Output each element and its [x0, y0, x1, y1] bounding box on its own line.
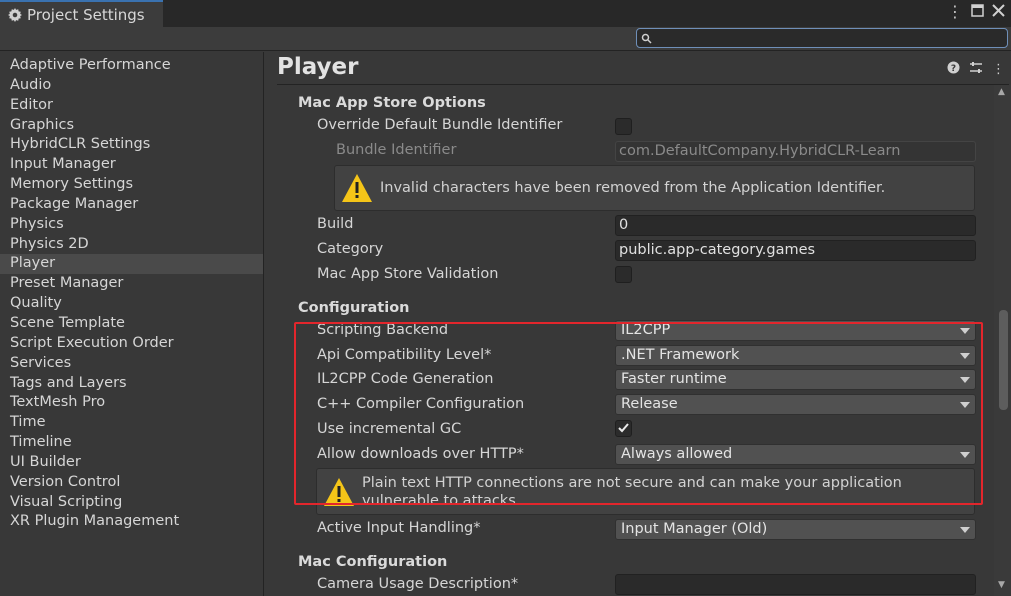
active-input-handling-dropdown[interactable]: Input Manager (Old) — [615, 519, 976, 540]
main-panel: Player ? ⋮ Mac App Store Options Overrid… — [265, 52, 1011, 596]
scroll-thumb[interactable] — [999, 310, 1008, 410]
bundle-warning-text: Invalid characters have been removed fro… — [380, 180, 886, 196]
build-field[interactable]: 0 — [615, 215, 976, 236]
build-label: Build — [317, 216, 354, 232]
sidebar-item-visual-scripting[interactable]: Visual Scripting — [0, 493, 263, 513]
section-mac-configuration: Mac Configuration — [298, 554, 448, 570]
sidebar-item-editor[interactable]: Editor — [0, 96, 263, 116]
sidebar-item-player[interactable]: Player — [0, 254, 263, 275]
sidebar-item-scene-template[interactable]: Scene Template — [0, 314, 263, 334]
sidebar-item-services[interactable]: Services — [0, 354, 263, 374]
scroll-down-icon[interactable]: ▼ — [998, 580, 1005, 590]
title-bar: Project Settings ⋮ — [0, 0, 1011, 28]
active-input-handling-value: Input Manager (Old) — [621, 521, 768, 537]
configuration-highlight-box — [294, 322, 983, 505]
sidebar-item-input-manager[interactable]: Input Manager — [0, 155, 263, 175]
panel-header: Player ? ⋮ — [265, 52, 1011, 84]
mac-app-store-validation-label: Mac App Store Validation — [317, 266, 499, 282]
sidebar-item-hybridclr-settings[interactable]: HybridCLR Settings — [0, 135, 263, 155]
sidebar-item-version-control[interactable]: Version Control — [0, 473, 263, 493]
help-icon[interactable]: ? — [947, 61, 960, 78]
sidebar-item-graphics[interactable]: Graphics — [0, 116, 263, 136]
camera-usage-field[interactable] — [615, 574, 976, 595]
svg-text:?: ? — [951, 64, 956, 74]
camera-usage-label: Camera Usage Description* — [317, 576, 519, 592]
sidebar-item-script-execution-order[interactable]: Script Execution Order — [0, 334, 263, 354]
section-configuration: Configuration — [298, 300, 410, 316]
toolbar — [0, 27, 1011, 51]
bundle-id-field: com.DefaultCompany.HybridCLR-Learn — [615, 141, 976, 162]
more-icon[interactable]: ⋮ — [992, 62, 1005, 77]
player-settings-content: Mac App Store Options Override Default B… — [265, 85, 995, 596]
sidebar-item-tags-and-layers[interactable]: Tags and Layers — [0, 374, 263, 394]
sidebar-item-audio[interactable]: Audio — [0, 76, 263, 96]
settings-sidebar: Adaptive Performance Audio Editor Graphics H… — [0, 52, 264, 596]
sidebar-item-textmesh-pro[interactable]: TextMesh Pro — [0, 393, 263, 413]
sidebar-item-memory-settings[interactable]: Memory Settings — [0, 175, 263, 195]
category-label: Category — [317, 241, 384, 257]
bundle-id-label: Bundle Identifier — [336, 142, 457, 158]
sidebar-item-physics[interactable]: Physics — [0, 215, 263, 235]
page-title: Player — [277, 54, 359, 80]
sidebar-item-xr-plugin-management[interactable]: XR Plugin Management — [0, 512, 263, 532]
bundle-warning-box: Invalid characters have been removed fro… — [334, 165, 975, 211]
sidebar-item-time[interactable]: Time — [0, 413, 263, 433]
vertical-scrollbar[interactable]: ▲ ▼ — [994, 85, 1011, 596]
active-input-handling-label: Active Input Handling* — [317, 520, 481, 536]
window-title: Project Settings — [27, 6, 145, 24]
maximize-icon[interactable] — [971, 3, 984, 21]
sidebar-item-adaptive-performance[interactable]: Adaptive Performance — [0, 56, 263, 76]
presets-icon[interactable] — [969, 61, 983, 78]
sidebar-item-timeline[interactable]: Timeline — [0, 433, 263, 453]
chevron-down-icon — [960, 527, 970, 533]
window-tab[interactable]: Project Settings — [0, 0, 163, 28]
sidebar-item-package-manager[interactable]: Package Manager — [0, 195, 263, 215]
override-bundle-id-checkbox[interactable] — [615, 118, 632, 135]
category-field[interactable]: public.app-category.games — [615, 240, 976, 261]
sidebar-item-preset-manager[interactable]: Preset Manager — [0, 274, 263, 294]
sidebar-item-quality[interactable]: Quality — [0, 294, 263, 314]
gear-icon — [8, 8, 22, 22]
sidebar-item-ui-builder[interactable]: UI Builder — [0, 453, 263, 473]
search-input[interactable] — [636, 28, 1008, 48]
override-bundle-id-label: Override Default Bundle Identifier — [317, 117, 563, 133]
kebab-menu-icon[interactable]: ⋮ — [947, 3, 963, 21]
scroll-up-icon[interactable]: ▲ — [998, 87, 1005, 97]
sidebar-item-physics-2d[interactable]: Physics 2D — [0, 235, 263, 255]
warning-icon — [342, 174, 372, 202]
close-icon[interactable] — [992, 3, 1005, 21]
section-mac-app-store: Mac App Store Options — [298, 95, 486, 111]
search-icon — [641, 33, 652, 44]
mac-app-store-validation-checkbox[interactable] — [615, 266, 632, 283]
